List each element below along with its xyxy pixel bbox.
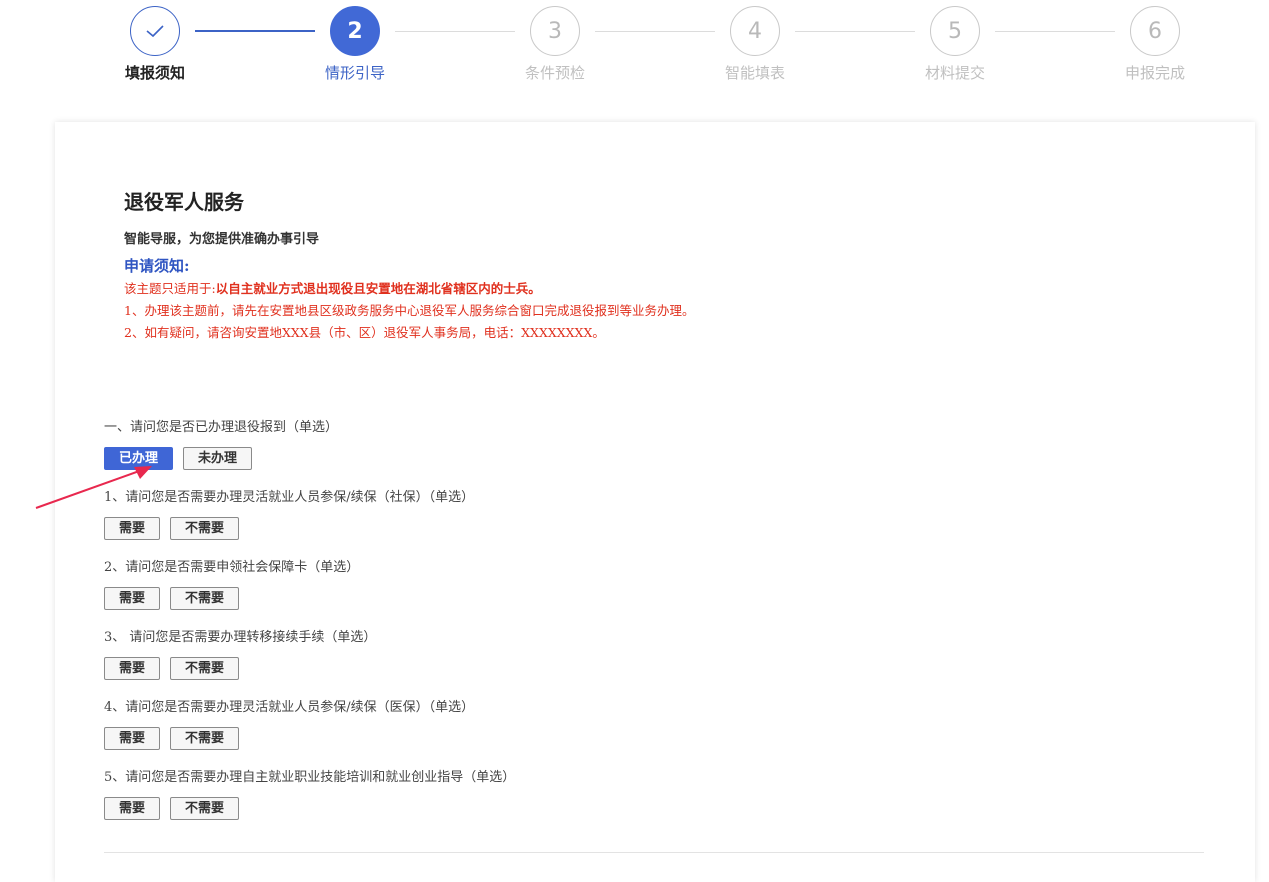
option-need-button[interactable]: 需要	[104, 797, 161, 820]
step-4-circle: 4	[730, 6, 780, 56]
question-transfer-continuation: 3、 请问您是否需要办理转移接续手续（单选） 需要 不需要	[104, 628, 376, 680]
option-need-button[interactable]: 需要	[104, 657, 161, 680]
notice-heading: 申请须知:	[124, 257, 190, 275]
step-1: 填报须知	[95, 6, 215, 83]
option-no-need-button[interactable]: 不需要	[170, 587, 240, 610]
step-2: 2 情形引导	[295, 6, 415, 83]
notice-line-2: 2、如有疑问，请咨询安置地XXX县（市、区）退役军人事务局，电话：XXXXXXX…	[124, 325, 605, 340]
question-text: 2、请问您是否需要申领社会保障卡（单选）	[104, 560, 360, 575]
question-text: 5、请问您是否需要办理自主就业职业技能培训和就业创业指导（单选）	[104, 770, 516, 785]
step-4: 4 智能填表	[695, 6, 815, 83]
question-social-security-card: 2、请问您是否需要申领社会保障卡（单选） 需要 不需要	[104, 558, 359, 610]
question-text: 1、请问您是否需要办理灵活就业人员参保/续保（社保）（单选）	[104, 490, 475, 505]
step-3: 3 条件预检	[495, 6, 615, 83]
question-social-insurance: 1、请问您是否需要办理灵活就业人员参保/续保（社保）（单选） 需要 不需要	[104, 488, 474, 540]
step-6-circle: 6	[1130, 6, 1180, 56]
notice-scope-prefix: 该主题只适用于:	[124, 281, 216, 296]
step-6: 6 申报完成	[1095, 6, 1215, 83]
guide-card: 退役军人服务 智能导服，为您提供准确办事引导 申请须知: 该主题只适用于:以自主…	[55, 122, 1255, 882]
notice-scope: 该主题只适用于:以自主就业方式退出现役且安置地在湖北省辖区内的士兵。	[124, 278, 694, 300]
option-not-reported-button[interactable]: 未办理	[183, 447, 253, 470]
notice-content: 该主题只适用于:以自主就业方式退出现役且安置地在湖北省辖区内的士兵。 1、办理该…	[124, 278, 694, 344]
option-reported-button[interactable]: 已办理	[104, 447, 174, 470]
step-1-circle	[130, 6, 180, 56]
option-no-need-button[interactable]: 不需要	[170, 797, 240, 820]
service-title: 退役军人服务	[124, 190, 244, 214]
question-skills-training: 5、请问您是否需要办理自主就业职业技能培训和就业创业指导（单选） 需要 不需要	[104, 768, 515, 820]
option-no-need-button[interactable]: 不需要	[170, 727, 240, 750]
progress-stepper: 填报须知 2 情形引导 3 条件预检 4 智能填表 5 材料提交 6 申报完成	[0, 0, 1269, 110]
step-5: 5 材料提交	[895, 6, 1015, 83]
step-2-circle: 2	[330, 6, 380, 56]
question-options: 需要 不需要	[104, 727, 474, 750]
step-1-label: 填报须知	[124, 64, 185, 82]
step-3-label: 条件预检	[524, 64, 585, 82]
question-text: 3、 请问您是否需要办理转移接续手续（单选）	[104, 630, 377, 645]
option-need-button[interactable]: 需要	[104, 727, 161, 750]
option-no-need-button[interactable]: 不需要	[170, 657, 240, 680]
question-options: 需要 不需要	[104, 797, 515, 820]
notice-scope-strong: 以自主就业方式退出现役且安置地在湖北省辖区内的士兵。	[215, 281, 541, 296]
step-3-circle: 3	[530, 6, 580, 56]
question-options: 需要 不需要	[104, 587, 359, 610]
question-text: 一、请问您是否已办理退役报到（单选）	[104, 420, 339, 435]
question-options: 需要 不需要	[104, 657, 376, 680]
option-need-button[interactable]: 需要	[104, 517, 161, 540]
step-6-label: 申报完成	[1124, 64, 1185, 82]
option-need-button[interactable]: 需要	[104, 587, 161, 610]
notice-line-1: 1、办理该主题前，请先在安置地县区级政务服务中心退役军人服务综合窗口完成退役报到…	[124, 303, 695, 318]
step-2-label: 情形引导	[324, 64, 385, 82]
question-text: 4、请问您是否需要办理灵活就业人员参保/续保（医保）（单选）	[104, 700, 475, 715]
question-retirement-report: 一、请问您是否已办理退役报到（单选） 已办理 未办理	[104, 418, 338, 470]
question-options: 已办理 未办理	[104, 447, 338, 470]
step-4-label: 智能填表	[724, 64, 785, 82]
question-options: 需要 不需要	[104, 517, 474, 540]
option-no-need-button[interactable]: 不需要	[170, 517, 240, 540]
bottom-divider	[104, 852, 1204, 853]
check-icon	[146, 25, 164, 38]
step-5-label: 材料提交	[924, 64, 985, 82]
step-5-circle: 5	[930, 6, 980, 56]
question-medical-insurance: 4、请问您是否需要办理灵活就业人员参保/续保（医保）（单选） 需要 不需要	[104, 698, 474, 750]
service-subtitle: 智能导服，为您提供准确办事引导	[124, 232, 320, 247]
